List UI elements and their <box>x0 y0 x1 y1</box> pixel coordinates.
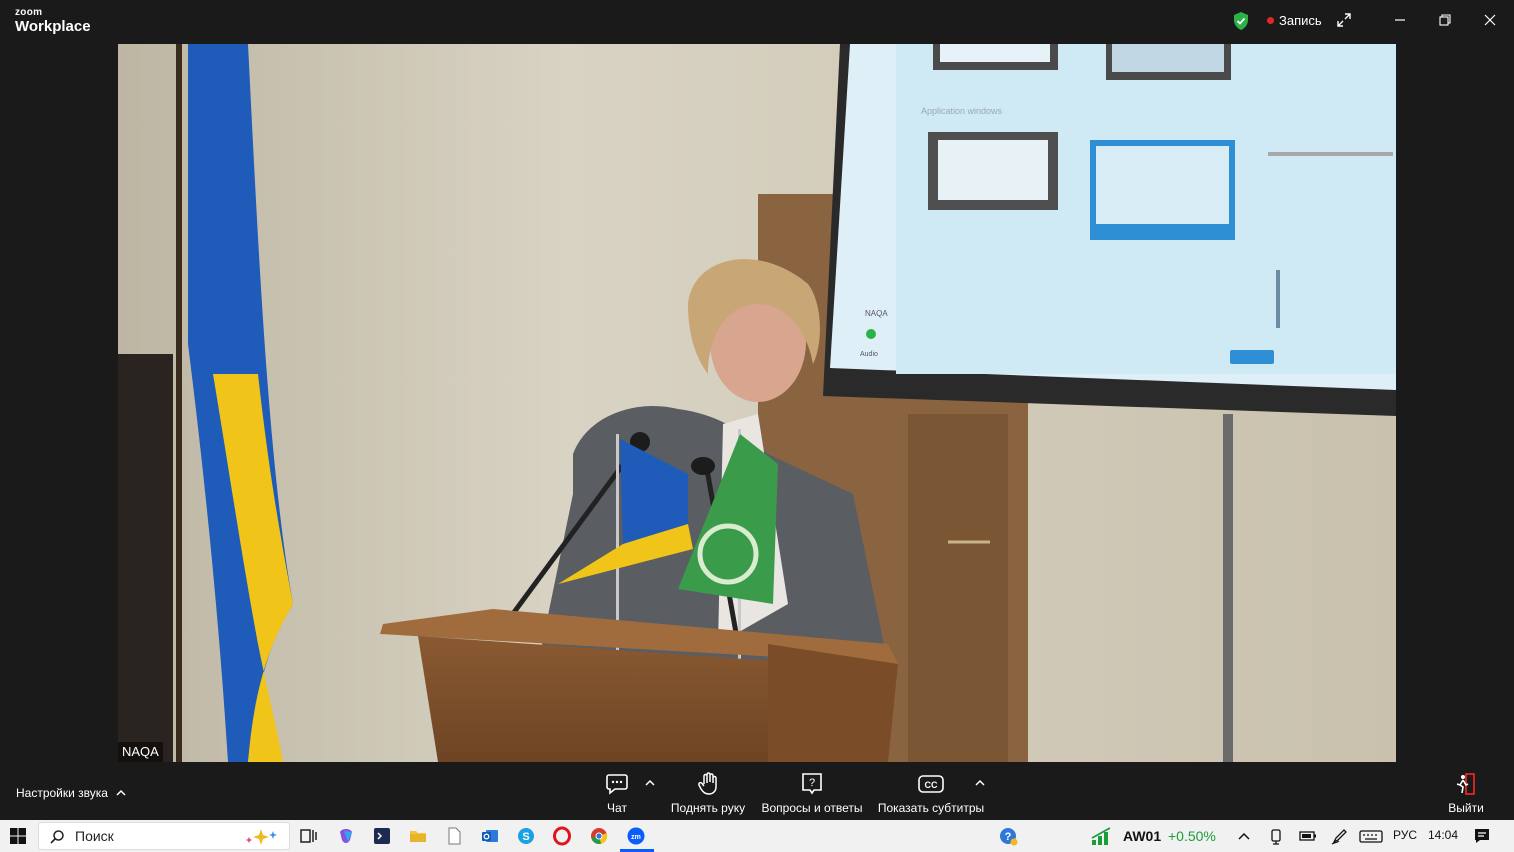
logo-line1: zoom <box>15 7 43 18</box>
zoom-logo: zoom Workplace <box>15 7 91 35</box>
pen-icon[interactable] <box>1330 826 1350 846</box>
leave-button[interactable]: Выйти <box>1446 770 1486 815</box>
meet-now-icon[interactable] <box>1266 826 1286 846</box>
chevron-up-icon <box>116 789 126 796</box>
recording-label: Запись <box>1279 13 1322 28</box>
video-frame: Application windows NAQA Audio <box>118 44 1396 762</box>
language-indicator[interactable]: РУС <box>1393 828 1417 842</box>
participant-video[interactable]: Application windows NAQA Audio <box>118 44 1396 762</box>
task-view-icon[interactable] <box>298 826 318 846</box>
fullscreen-button[interactable] <box>1334 10 1354 30</box>
chat-label: Чат <box>607 801 627 815</box>
captions-label: Показать субтитры <box>877 801 985 815</box>
copilot-app-icon[interactable] <box>336 826 356 846</box>
search-icon <box>50 830 64 844</box>
minimize-button[interactable] <box>1390 10 1410 30</box>
cc-icon: CC <box>918 775 944 793</box>
opera-icon[interactable] <box>552 826 572 846</box>
close-icon <box>1484 14 1496 26</box>
raise-hand-button[interactable]: Поднять руку <box>668 770 748 815</box>
svg-text:S: S <box>522 831 529 843</box>
tray-chevron-up-icon[interactable] <box>1234 826 1254 846</box>
svg-text:CC: CC <box>925 780 938 790</box>
screen-badge-text: NAQA <box>865 309 888 318</box>
hand-icon <box>698 772 717 795</box>
stock-change: +0.50% <box>1168 828 1216 844</box>
audio-settings-button[interactable]: Настройки звука <box>16 786 126 800</box>
copilot-sparkle-icon <box>246 829 277 845</box>
svg-text:?: ? <box>809 777 815 789</box>
recording-dot-icon <box>1267 17 1274 24</box>
notifications-icon[interactable] <box>1472 826 1492 846</box>
chat-icon <box>606 774 628 795</box>
zoom-window: zoom Workplace Запись Application window… <box>0 0 1514 820</box>
logo-line2: Workplace <box>15 18 91 35</box>
keyboard-icon[interactable] <box>1358 826 1384 846</box>
svg-text:zm: zm <box>631 834 641 841</box>
search-placeholder: Поиск <box>75 828 114 844</box>
raise-hand-label: Поднять руку <box>670 801 746 815</box>
svg-text:?: ? <box>1005 831 1012 843</box>
taskbar-search-box[interactable]: Поиск <box>38 822 290 850</box>
question-bubble-icon: ? <box>802 773 822 795</box>
zoom-app-icon[interactable]: zm <box>626 826 646 846</box>
skype-icon[interactable]: S <box>516 826 536 846</box>
outlook-icon[interactable] <box>480 826 500 846</box>
stock-ticker[interactable]: AW01 <box>1123 828 1161 844</box>
qa-label: Вопросы и ответы <box>761 801 863 815</box>
leave-label: Выйти <box>1448 801 1484 815</box>
recording-indicator[interactable]: Запись <box>1267 13 1322 28</box>
help-icon[interactable]: ? <box>998 826 1018 846</box>
file-explorer-icon[interactable] <box>408 826 428 846</box>
stock-chart-icon[interactable] <box>1090 826 1116 846</box>
screen-audio-text: Audio <box>860 351 878 358</box>
restore-icon <box>1439 14 1451 26</box>
windows-start-icon[interactable] <box>8 826 28 846</box>
close-button[interactable] <box>1480 10 1500 30</box>
meeting-toolbar: Настройки звука Чат Поднять руку ? Вопро… <box>0 762 1514 820</box>
chrome-icon[interactable] <box>589 826 609 846</box>
chat-button[interactable]: Чат <box>600 770 634 815</box>
audio-settings-label: Настройки звука <box>16 786 108 800</box>
qa-button[interactable]: ? Вопросы и ответы <box>760 770 864 815</box>
title-bar: zoom Workplace Запись <box>0 0 1514 44</box>
minimize-icon <box>1395 19 1405 21</box>
captions-button[interactable]: CC Показать субтитры <box>876 770 986 815</box>
expand-icon <box>1337 13 1351 27</box>
document-icon[interactable] <box>444 826 464 846</box>
terminal-icon[interactable] <box>372 826 392 846</box>
captions-options-chevron-icon[interactable] <box>974 778 986 788</box>
screen-section-text: Application windows <box>921 106 1003 116</box>
participant-name-tag: NAQA <box>118 742 163 762</box>
battery-icon[interactable] <box>1298 826 1318 846</box>
clock[interactable]: 14:04 <box>1428 828 1458 842</box>
windows-taskbar: Поиск S zm ? AW01 +0.50% РУС 14:04 <box>0 820 1514 852</box>
encryption-shield-icon[interactable] <box>1232 11 1250 31</box>
chat-options-chevron-icon[interactable] <box>644 778 656 788</box>
restore-button[interactable] <box>1435 10 1455 30</box>
leave-door-icon <box>1456 773 1475 795</box>
